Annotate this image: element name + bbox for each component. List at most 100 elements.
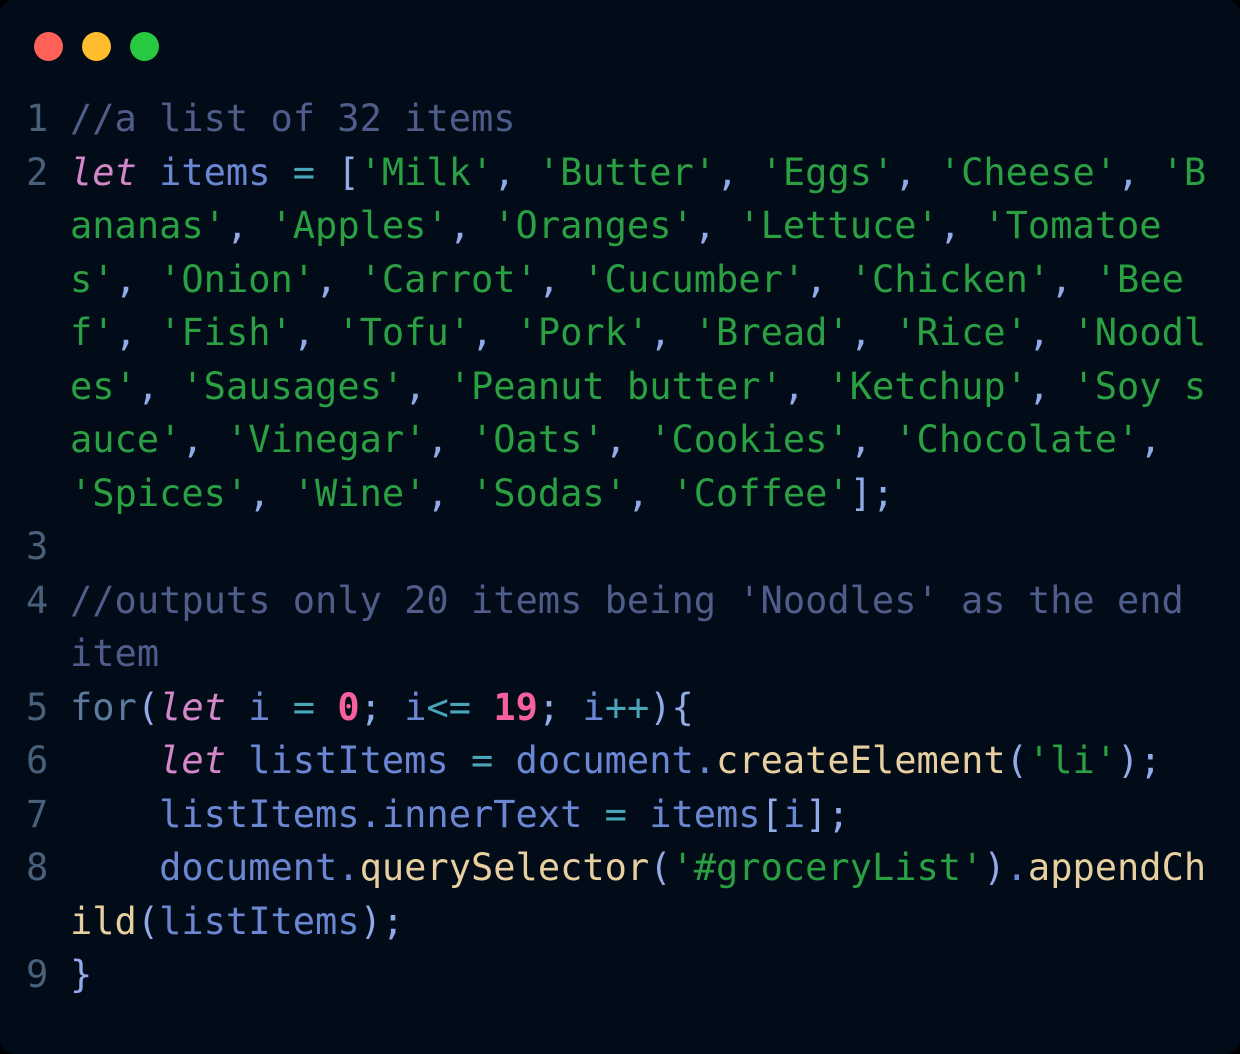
token-string: 'Spices' — [70, 471, 249, 515]
token-number: 19 — [493, 685, 538, 729]
token-comment: //outputs only 20 items being 'Noodles' … — [70, 578, 1207, 676]
token-control: for — [70, 685, 137, 729]
code-line-text[interactable]: listItems.innerText = items[i]; — [70, 788, 1216, 842]
token-string: 'Chocolate' — [894, 418, 1140, 461]
token-punct: , — [426, 471, 471, 515]
token-string: 'Vinegar' — [225, 418, 427, 461]
code-line-text[interactable]: } — [70, 948, 1216, 1002]
code-editor[interactable]: 1//a list of 32 items 2 let items = ['Milk… — [0, 92, 1240, 1002]
token-punct: , — [114, 311, 160, 354]
token-string: 'Cucumber' — [582, 257, 806, 301]
token-punct: } — [70, 953, 93, 996]
token-string: 'Bread' — [693, 311, 850, 354]
token-keyword: let — [159, 685, 226, 729]
maximize-button-icon[interactable] — [130, 31, 159, 61]
token-punct: , — [1050, 257, 1095, 301]
line-number: 6 — [26, 739, 49, 782]
line-number: 1 — [26, 97, 49, 140]
window-titlebar — [0, 0, 1240, 92]
token-ident: listItems — [159, 792, 360, 836]
code-line: 7 listItems.innerText = items[i]; — [26, 788, 1216, 842]
token-string: 'Rice' — [894, 311, 1028, 354]
token-method: querySelector — [359, 846, 650, 889]
line-number: 9 — [26, 953, 49, 996]
token-punct: , — [849, 311, 895, 354]
code-line: 6 let listItems = document.createElement… — [26, 734, 1216, 788]
code-line-text[interactable]: let items = ['Milk', 'Butter', 'Eggs', '… — [70, 146, 1216, 521]
token-ident: i — [248, 685, 271, 729]
token-punct: ( — [136, 685, 160, 729]
token-string: 'li' — [1027, 739, 1118, 782]
code-line-text[interactable]: for(let i = 0; i<= 19; i++){ — [70, 681, 1216, 735]
code-line-text[interactable] — [70, 520, 1216, 574]
token-punct: ; — [359, 685, 405, 729]
minimize-button-icon[interactable] — [82, 31, 111, 61]
token-punct: , — [404, 364, 449, 408]
token-string: 'Lettuce' — [738, 204, 939, 247]
token-keyword: let — [159, 739, 226, 782]
token-punct: ( — [1005, 739, 1028, 782]
token-keyword: let — [70, 150, 137, 194]
token-dot: . — [359, 792, 382, 836]
token-punct: , — [136, 364, 182, 408]
token-string: 'Chicken' — [849, 257, 1051, 301]
token-string: 'Sodas' — [471, 471, 627, 515]
token-punct: , — [1139, 418, 1184, 461]
code-line: 4 //outputs only 20 items being 'Noodles'… — [26, 574, 1216, 681]
token-ident: listItems — [159, 899, 360, 943]
token-punct: , — [1027, 364, 1073, 408]
token-punct: , — [537, 257, 583, 301]
token-punct: , — [938, 204, 984, 247]
code-window: 1//a list of 32 items 2 let items = ['Milk… — [0, 0, 1240, 1054]
token-punct: , — [181, 418, 226, 461]
code-line-text[interactable]: //outputs only 20 items being 'Noodles' … — [70, 574, 1216, 681]
token-punct: [ — [337, 150, 360, 194]
token-punct: , — [849, 418, 895, 461]
code-line-text[interactable]: let listItems = document.createElement('… — [70, 734, 1216, 788]
token-string: 'Eggs' — [760, 150, 895, 194]
token-string: 'Peanut butter' — [448, 364, 783, 408]
token-string: 'Milk' — [359, 150, 494, 194]
token-number: 0 — [337, 685, 360, 729]
token-ident: items — [159, 150, 271, 194]
token-punct: ]; — [805, 792, 850, 836]
token-punct: [ — [760, 792, 783, 836]
close-button-icon[interactable] — [34, 31, 63, 61]
code-line: 8 document.querySelector('#groceryList')… — [26, 841, 1216, 948]
token-ident: items — [649, 792, 761, 836]
code-line: 9} — [26, 948, 1216, 1002]
token-punct: , — [292, 311, 338, 354]
token-dot: . — [1005, 846, 1028, 889]
token-punct: , — [448, 204, 494, 247]
token-string: 'Pork' — [515, 311, 650, 354]
token-punct: , — [693, 204, 739, 247]
code-line-text[interactable]: //a list of 32 items — [70, 92, 1216, 146]
token-punct: , — [248, 471, 293, 515]
token-string: 'Cheese' — [938, 150, 1118, 194]
token-punct: ( — [649, 846, 672, 889]
token-operator: <= — [426, 685, 472, 729]
token-punct: , — [471, 311, 516, 354]
token-punct: , — [649, 311, 694, 354]
token-string: 'Oranges' — [493, 204, 694, 247]
code-line-text[interactable]: document.querySelector('#groceryList').a… — [70, 841, 1216, 948]
token-ident: i — [404, 685, 427, 729]
token-operator: = — [470, 739, 494, 782]
token-string: 'Fish' — [159, 311, 293, 354]
token-string: 'Apples' — [270, 204, 449, 247]
token-punct: , — [493, 150, 538, 194]
code-line: 1 //a list of 32 items — [26, 92, 1216, 146]
token-operator: = — [292, 150, 316, 194]
line-number: 4 — [26, 578, 49, 622]
token-string: 'Cookies' — [649, 418, 850, 461]
token-string: 'Tofu' — [337, 311, 471, 354]
token-punct: , — [626, 471, 672, 515]
